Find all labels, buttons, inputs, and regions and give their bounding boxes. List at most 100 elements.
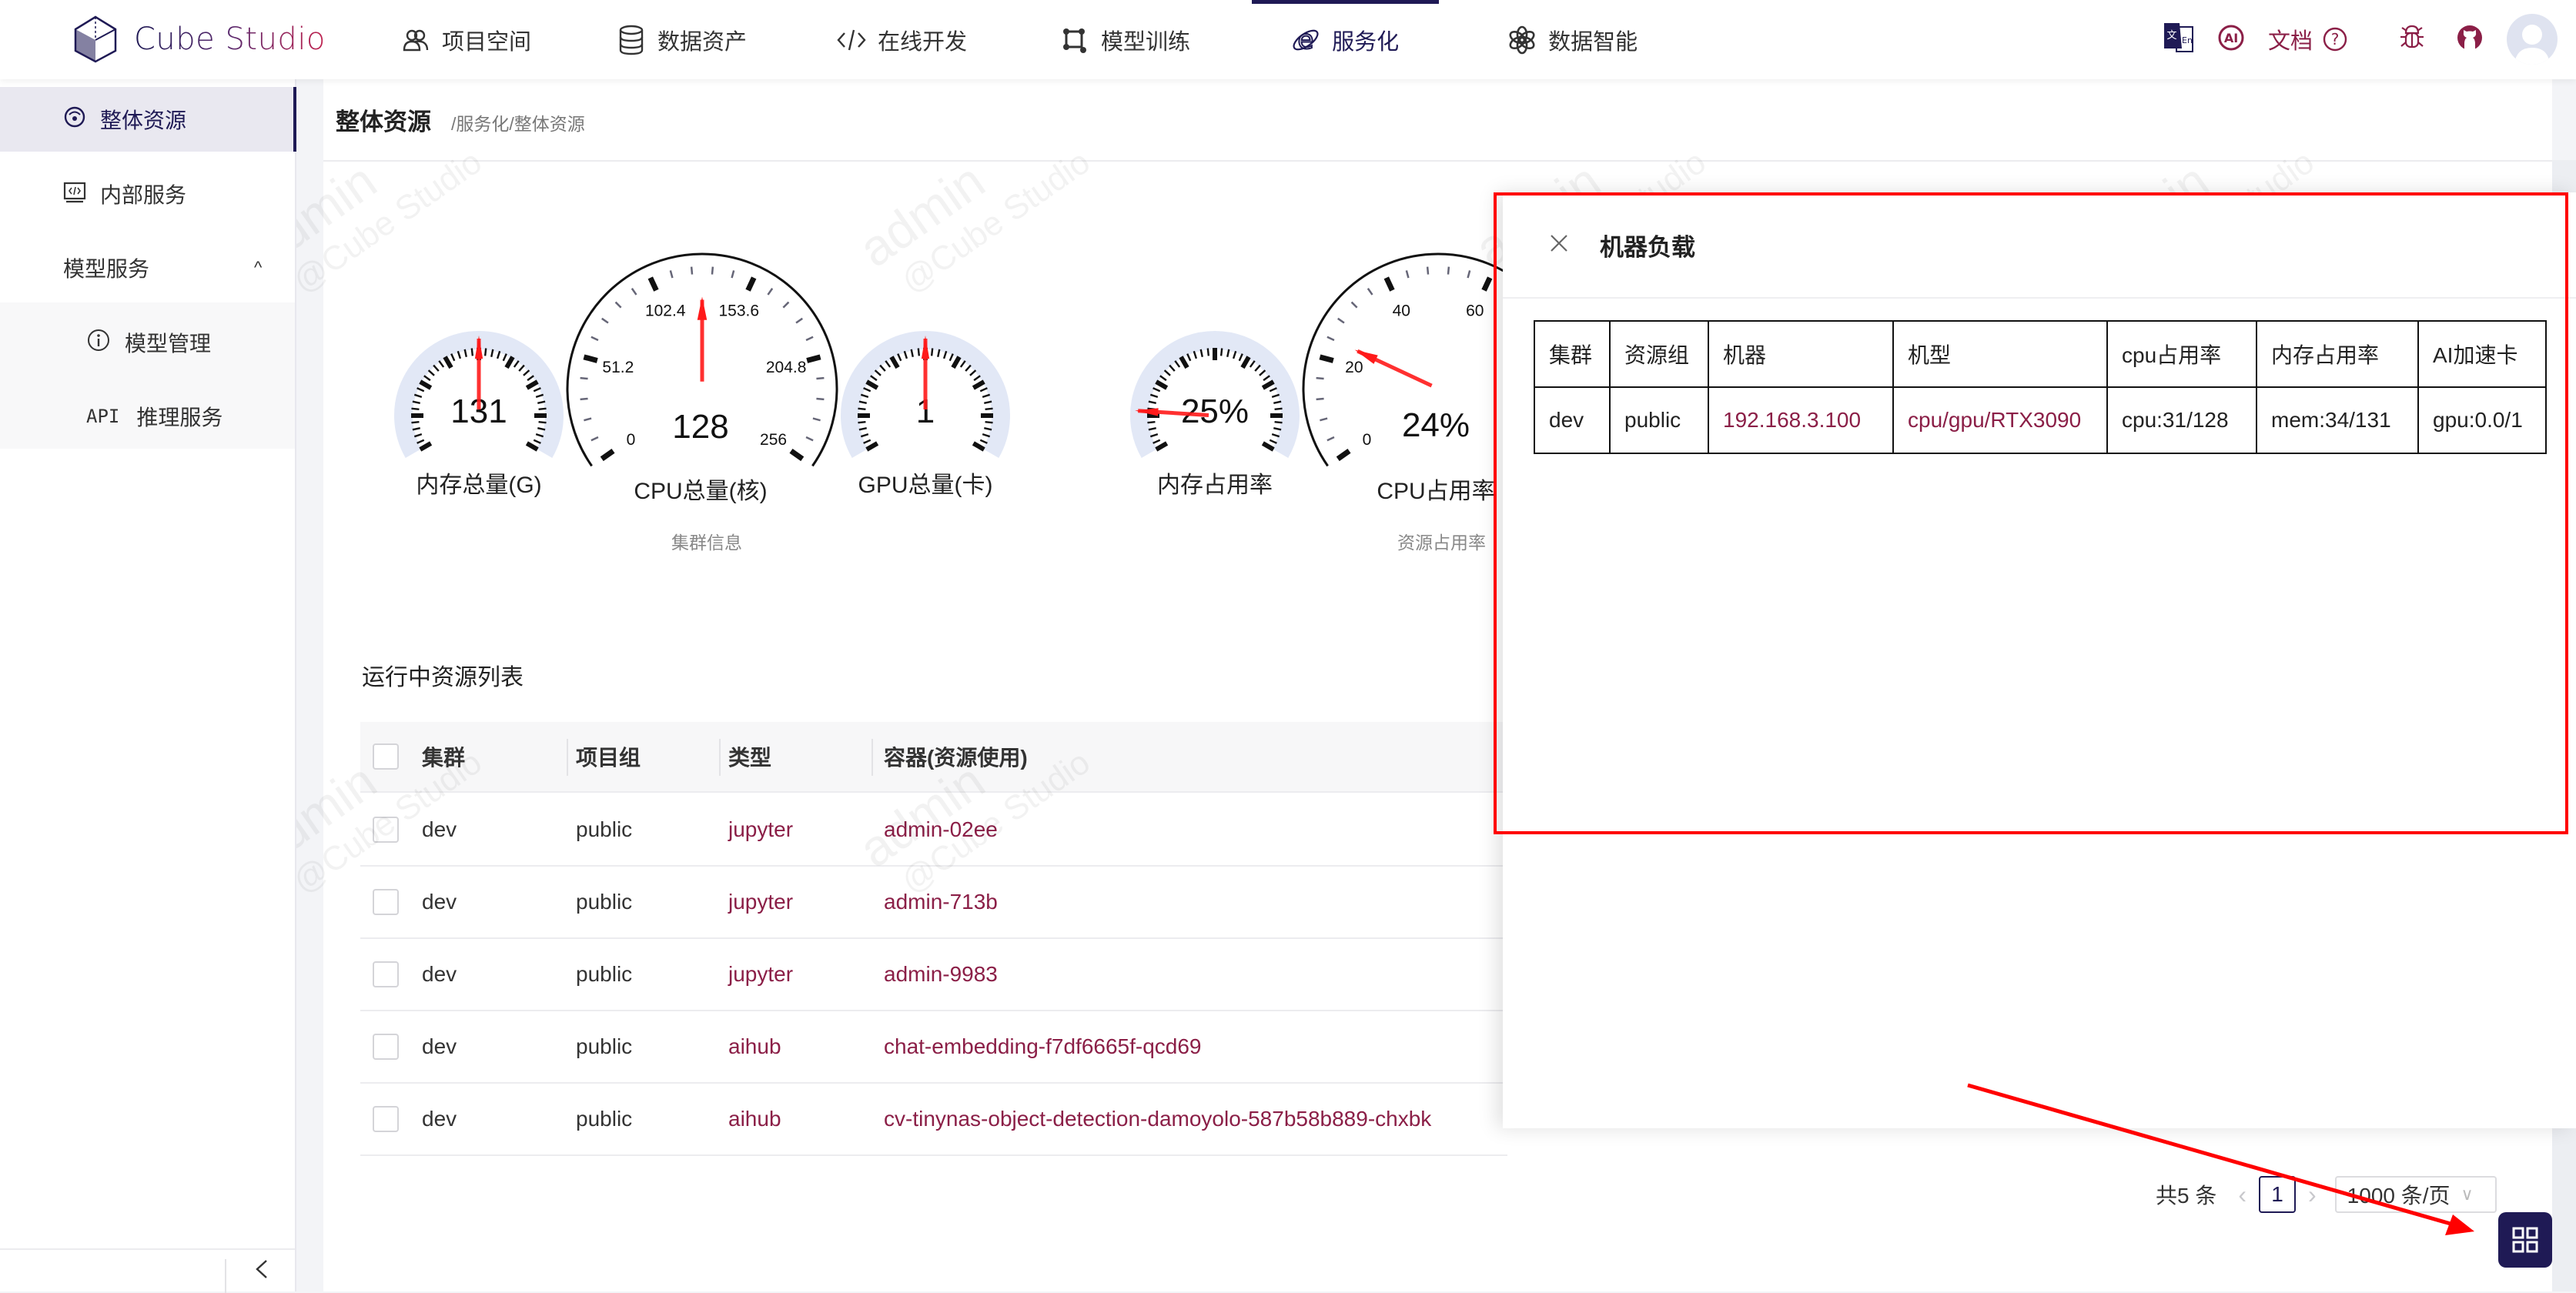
sidebar-item-label: 整体资源: [100, 109, 187, 132]
close-icon[interactable]: [1549, 233, 1569, 257]
cell-project: public: [576, 1107, 633, 1131]
sidebar-item-label: 模型管理: [125, 332, 212, 356]
cell-cluster: dev: [422, 890, 457, 914]
page-size-select[interactable]: 1000 条/页 ∨: [2334, 1176, 2497, 1213]
chevron-down-icon: ∨: [2461, 1184, 2474, 1204]
table-row[interactable]: dev public aihub chat-embedding-f7df6665f-q…: [360, 1011, 1507, 1084]
nav-label: 在线开发: [878, 29, 968, 55]
nav-item-project-space[interactable]: 项目空间: [400, 0, 531, 79]
nav-label: 项目空间: [442, 29, 532, 55]
nav-label: 服务化: [1332, 29, 1400, 55]
cell-project: public: [576, 1034, 633, 1058]
column-separator: [567, 739, 568, 776]
grid-icon: [2512, 1227, 2538, 1253]
row-checkbox[interactable]: [373, 1106, 399, 1132]
chevron-left-icon[interactable]: [254, 1258, 269, 1285]
column-header-project[interactable]: 项目组: [576, 722, 641, 791]
user-avatar-icon[interactable]: [2507, 14, 2558, 65]
table-row[interactable]: dev public aihub cv-tinynas-object-detectio…: [360, 1084, 1507, 1156]
container-link[interactable]: admin-9983: [884, 939, 998, 1010]
container-link[interactable]: admin-02ee: [884, 794, 998, 865]
column-header-container[interactable]: 容器(资源使用): [884, 722, 1028, 791]
breadcrumb-bar: 整体资源 /服务化/整体资源: [323, 79, 2552, 162]
page-button[interactable]: 1: [2259, 1176, 2297, 1213]
machine-model-link[interactable]: cpu/gpu/RTX3090: [1892, 386, 2108, 454]
type-link[interactable]: aihub: [728, 1011, 781, 1082]
app-logo[interactable]: Cube Studio: [74, 15, 326, 63]
type-link[interactable]: jupyter: [728, 939, 793, 1010]
cell-mem-usage: mem:34/131: [2256, 386, 2419, 454]
nav-item-online-dev[interactable]: 在线开发: [836, 0, 967, 79]
row-checkbox[interactable]: [373, 817, 399, 843]
table-row[interactable]: dev public jupyter admin-713b: [360, 867, 1507, 939]
table-row[interactable]: dev public jupyter admin-02ee: [360, 794, 1507, 867]
table-row: dev public 192.168.3.100 cpu/gpu/RTX3090…: [1534, 386, 2547, 454]
ai-icon[interactable]: AI: [2217, 24, 2245, 55]
nav-label: 模型训练: [1101, 29, 1191, 55]
table-row[interactable]: dev public jupyter admin-9983: [360, 939, 1507, 1011]
type-link[interactable]: aihub: [728, 1084, 781, 1154]
column-header-cluster[interactable]: 集群: [422, 722, 465, 791]
cell-cluster: dev: [422, 962, 457, 986]
nav-item-model-training[interactable]: 模型训练: [1059, 0, 1190, 79]
nav-item-data-intelligence[interactable]: 数据智能: [1507, 0, 1638, 79]
sidebar-item-internal-services[interactable]: 内部服务: [0, 162, 296, 226]
pipeline-icon: [1059, 25, 1090, 55]
sidebar-group-model-services[interactable]: 模型服务 ^: [0, 236, 296, 300]
bug-icon[interactable]: [2399, 24, 2425, 55]
column-header: 机器: [1708, 320, 1894, 388]
sidebar: 整体资源 内部服务 模型服务 ^ 模型管理 API 推理服务: [0, 79, 296, 1293]
cell-cluster: dev: [422, 817, 457, 841]
gauge-memory-usage-value: 25%: [1180, 393, 1250, 430]
column-separator: [871, 739, 873, 776]
chevron-up-icon: ^: [254, 258, 263, 277]
pagination-total: 共5 条: [2156, 1184, 2217, 1208]
machine-load-float-button[interactable]: [2498, 1212, 2552, 1268]
svg-text:e: e: [1298, 25, 1314, 55]
next-page-button[interactable]: ›: [2302, 1181, 2323, 1209]
gauge-memory-total-value: 131: [450, 393, 507, 430]
machine-load-table: 集群 资源组 机器 机型 cpu占用率 内存占用率 AI加速卡 dev publ…: [1534, 320, 2547, 454]
sidebar-item-model-management[interactable]: 模型管理: [0, 310, 295, 375]
prev-page-button[interactable]: ‹: [2232, 1181, 2253, 1209]
container-link[interactable]: cv-tinynas-object-detection-damoyolo-587…: [884, 1084, 1431, 1154]
type-link[interactable]: jupyter: [728, 867, 793, 937]
row-checkbox[interactable]: [373, 889, 399, 915]
svg-text:?: ?: [2331, 30, 2340, 48]
app-name: Cube Studio: [134, 22, 326, 57]
type-link[interactable]: jupyter: [728, 794, 793, 865]
column-separator: [719, 739, 721, 776]
gauge-memory-total-label: 内存总量(G): [416, 473, 542, 498]
machine-load-drawer: 机器负载 集群 资源组 机器 机型 cpu占用率 内存占用率 AI加速卡 dev…: [1503, 192, 2576, 1128]
nav-item-serving[interactable]: e 服务化: [1252, 0, 1440, 79]
sidebar-item-overall-resources[interactable]: 整体资源: [0, 87, 296, 152]
row-checkbox[interactable]: [373, 961, 399, 987]
nav-item-data-assets[interactable]: 数据资产: [616, 0, 747, 79]
column-header: cpu占用率: [2106, 320, 2257, 388]
docs-link[interactable]: 文档 ?: [2268, 23, 2348, 55]
translate-icon[interactable]: 文 En: [2163, 22, 2194, 57]
docs-label: 文档: [2267, 29, 2313, 54]
gauge-cpu-total-label: CPU总量(核): [634, 479, 768, 504]
main-nav: 项目空间 数据资产 在线开发 模型训练 e 服务化 数据智能: [400, 0, 1638, 79]
breadcrumb[interactable]: /服务化/整体资源: [451, 109, 585, 135]
select-all-checkbox[interactable]: [373, 743, 399, 770]
gauge-cpu-usage-value: 24%: [1401, 406, 1470, 444]
machine-link[interactable]: 192.168.3.100: [1708, 386, 1894, 454]
gauge-gpu-total-label: GPU总量(卡): [858, 473, 993, 498]
header-actions: 文 En AI 文档 ?: [2163, 14, 2558, 65]
column-header-type[interactable]: 类型: [728, 722, 771, 791]
container-link[interactable]: admin-713b: [884, 867, 998, 937]
row-checkbox[interactable]: [373, 1034, 399, 1060]
table-header-row: 集群 资源组 机器 机型 cpu占用率 内存占用率 AI加速卡: [1534, 320, 2547, 388]
pagination: 共5 条 ‹ 1 › 1000 条/页 ∨: [2156, 1176, 2497, 1213]
github-icon[interactable]: [2456, 24, 2484, 55]
cell-gpu-usage: gpu:0.0/1: [2417, 386, 2547, 454]
gauge-cpu-total-value: 128: [672, 408, 729, 446]
nav-label: 数据资产: [657, 29, 748, 55]
top-header: Cube Studio 项目空间 数据资产 在线开发 模型训练 e 服务化 数据…: [0, 0, 2576, 79]
page-size-value: 1000 条/页: [2347, 1184, 2451, 1208]
users-icon: [400, 25, 431, 55]
sidebar-item-inference-service[interactable]: API 推理服务: [0, 384, 295, 449]
container-link[interactable]: chat-embedding-f7df6665f-qcd69: [884, 1011, 1202, 1082]
